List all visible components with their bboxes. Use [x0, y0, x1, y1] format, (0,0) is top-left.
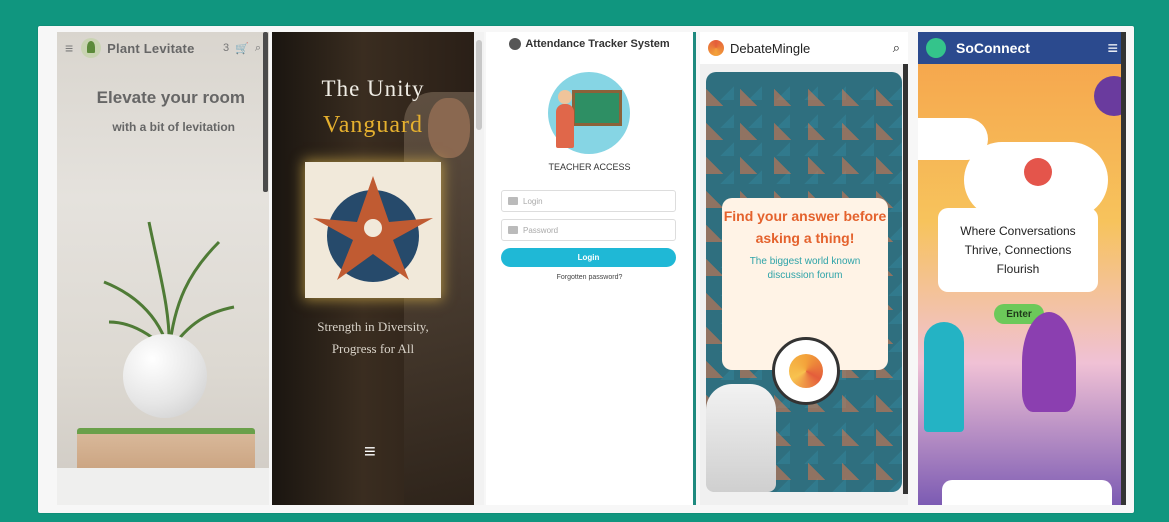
- plant-header: ≡ Plant Levitate 3 🛒 ⌕: [57, 32, 269, 64]
- headline-line-2: asking a thing!: [755, 230, 855, 246]
- search-icon[interactable]: ⌕: [893, 40, 900, 56]
- scrollbar[interactable]: [263, 32, 268, 192]
- tagline-line-1: Strength in Diversity,: [317, 319, 429, 334]
- thinking-robot-image: [706, 384, 776, 492]
- search-icon[interactable]: ⌕: [255, 42, 261, 55]
- attendance-header: Attendance Tracker System: [486, 38, 693, 50]
- menu-icon[interactable]: ≡: [65, 40, 73, 56]
- headline: Elevate your room: [96, 88, 245, 107]
- fern-plant-image: [103, 221, 235, 352]
- cart-count: 3: [223, 42, 230, 54]
- tagline-line-3: Flourish: [996, 262, 1040, 276]
- brand-name: Plant Levitate: [107, 40, 195, 56]
- password-input[interactable]: Password: [501, 219, 676, 241]
- scroll-thumb[interactable]: [476, 40, 482, 130]
- title-line-1: The Unity: [321, 76, 425, 101]
- plant-illustration: [1022, 312, 1076, 412]
- menu-icon[interactable]: ≡: [364, 441, 376, 464]
- subheadline-line-1: The biggest world known: [749, 256, 861, 267]
- forgot-password-link[interactable]: Forgotten password?: [486, 274, 693, 281]
- soconnect-logo-icon: [926, 38, 946, 58]
- app-logo-icon: [509, 38, 522, 50]
- panel-unity-vanguard: The Unity Vanguard Strength in Diversity…: [272, 32, 474, 505]
- cart-icon[interactable]: 🛒: [235, 42, 249, 55]
- headline-line-1: Find your answer before: [723, 208, 887, 224]
- panel-soconnect: SoConnect ≡ Where Conversations Thrive, …: [918, 32, 1126, 505]
- subheadline-line-2: discussion forum: [767, 270, 843, 281]
- party-emblem: [305, 162, 441, 298]
- password-placeholder: Password: [523, 225, 559, 235]
- person-illustration: [924, 322, 964, 432]
- plant-logo-icon: [81, 38, 102, 58]
- login-button[interactable]: Login: [501, 248, 676, 267]
- panel-attendance-tracker: Attendance Tracker System TEACHER ACCESS…: [486, 32, 696, 505]
- chalkboard-icon: [572, 90, 622, 126]
- menu-icon[interactable]: ≡: [1107, 38, 1118, 59]
- subheadline: with a bit of levitation: [112, 120, 235, 134]
- scrollbar[interactable]: [903, 64, 908, 494]
- debatemingle-header: DebateMingle ⌕: [700, 32, 908, 64]
- teacher-head: [558, 90, 572, 104]
- lock-icon: [508, 226, 518, 234]
- welcome-card: [942, 480, 1112, 505]
- levitating-pot-image: [123, 334, 207, 418]
- brand-name: DebateMingle: [730, 40, 811, 56]
- vertical-scrollbar[interactable]: [474, 32, 484, 505]
- login-placeholder: Login: [523, 196, 543, 206]
- tagline-line-1: Where Conversations: [960, 224, 1076, 238]
- debatemingle-logo-icon: [708, 40, 724, 56]
- soconnect-header: SoConnect ≡: [918, 32, 1126, 64]
- bird-icon: [1024, 158, 1052, 186]
- id-card-icon: [508, 197, 518, 205]
- teacher-body: [556, 104, 574, 148]
- login-input[interactable]: Login: [501, 190, 676, 212]
- floor: [57, 468, 269, 505]
- tagline-line-2: Thrive, Connections: [964, 243, 1072, 257]
- scrollbar[interactable]: [1121, 32, 1126, 505]
- panel-plant-levitate: ≡ Plant Levitate 3 🛒 ⌕ Elevate your room…: [57, 32, 269, 505]
- forum-emblem-icon: [772, 337, 840, 405]
- panel-debatemingle: DebateMingle ⌕ Find your answer before a…: [700, 32, 908, 505]
- tagline-line-2: Progress for All: [331, 341, 415, 356]
- title-line-2: Vanguard: [323, 112, 423, 138]
- access-label: TEACHER ACCESS: [548, 162, 631, 172]
- brand-name: SoConnect: [956, 40, 1030, 56]
- app-title: Attendance Tracker System: [525, 38, 670, 50]
- header-actions: 3 🛒 ⌕: [223, 42, 261, 55]
- star-emblem-icon: [313, 176, 433, 282]
